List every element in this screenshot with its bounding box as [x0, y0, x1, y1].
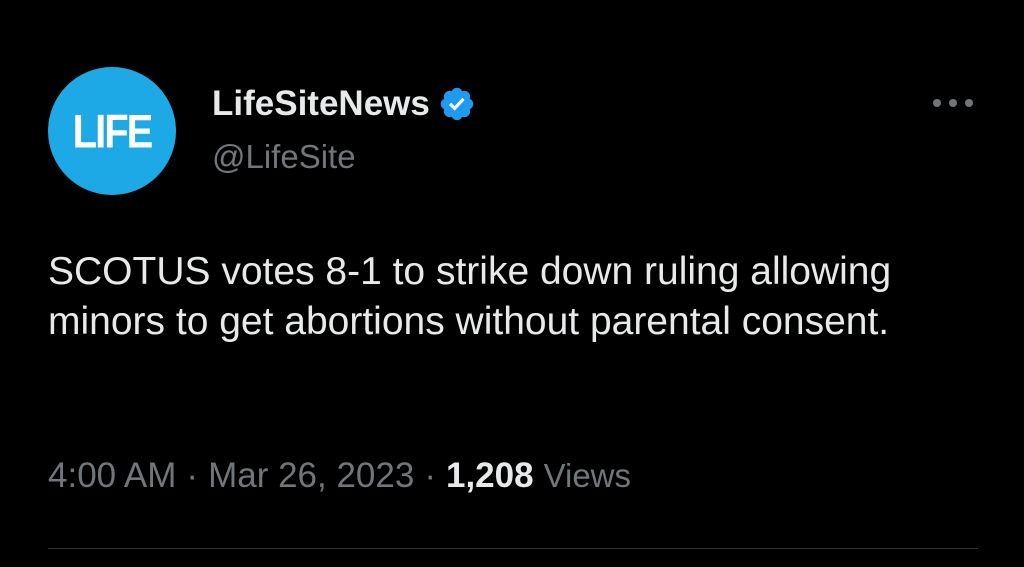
tweet-date[interactable]: Mar 26, 2023: [208, 456, 414, 496]
avatar[interactable]: LIFE: [48, 67, 176, 195]
more-horizontal-icon: [933, 99, 973, 107]
display-name[interactable]: LifeSiteNews: [212, 84, 430, 124]
tweet-card: LIFE LifeSiteNews @LifeSite SCOTUS votes…: [0, 0, 1024, 567]
author-name-row: LifeSiteNews: [212, 82, 476, 126]
tweet-time[interactable]: 4:00 AM: [48, 456, 176, 496]
tweet-text: SCOTUS votes 8-1 to strike down ruling a…: [48, 250, 892, 343]
tweet-meta: 4:00 AM · Mar 26, 2023 · 1,208 Views: [48, 456, 631, 496]
divider: [48, 548, 978, 549]
verified-badge-icon: [440, 87, 474, 121]
views-count[interactable]: 1,208: [446, 456, 534, 496]
meta-separator: ·: [186, 456, 199, 495]
more-options-button[interactable]: [928, 88, 978, 118]
avatar-logo-text: LIFE: [72, 105, 154, 158]
views-label[interactable]: Views: [544, 457, 631, 495]
meta-separator: ·: [424, 456, 436, 495]
author-handle[interactable]: @LifeSite: [212, 138, 356, 176]
